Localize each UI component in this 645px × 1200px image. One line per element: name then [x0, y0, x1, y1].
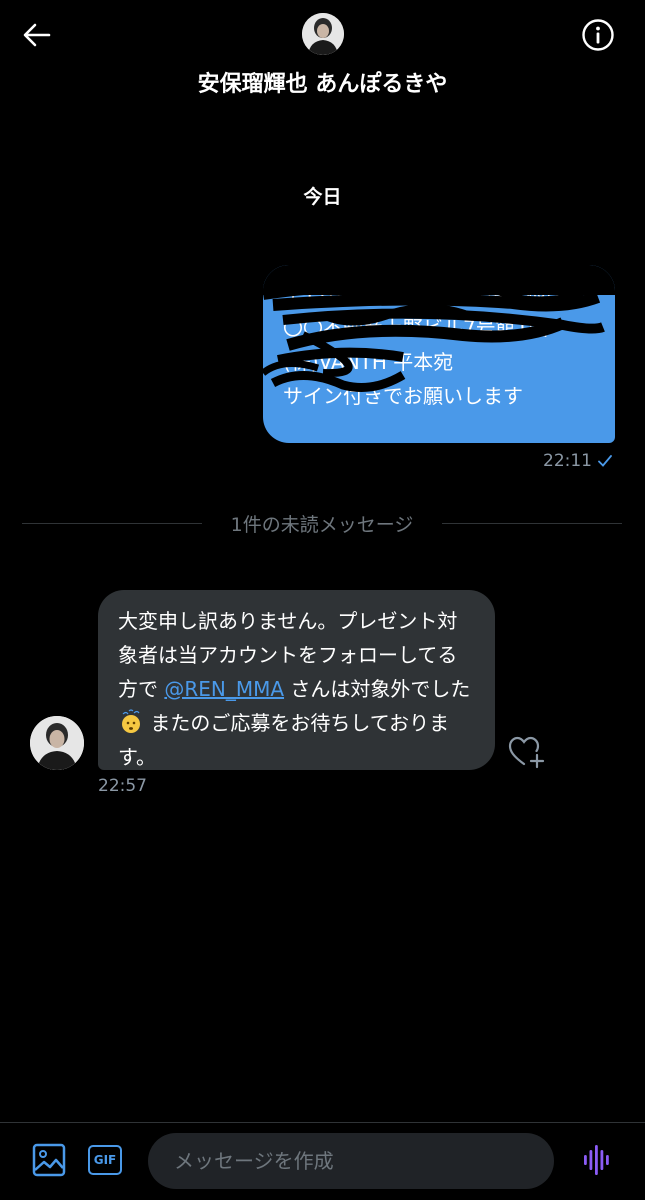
received-message-text: 大変申し訳ありません。プレゼント対象者は当アカウントをフォローしてる方で @RE…: [118, 604, 475, 774]
sent-message-meta: 22:11: [543, 451, 612, 471]
sent-message-time: 22:11: [543, 451, 592, 471]
image-icon: [32, 1143, 66, 1177]
voice-wave-icon: [584, 1145, 609, 1175]
avatar-photo: [302, 13, 344, 55]
divider-line: [442, 523, 622, 524]
contact-avatar[interactable]: [302, 13, 344, 55]
check-icon: [598, 455, 612, 467]
info-icon: [582, 19, 614, 51]
like-message-button[interactable]: [507, 735, 545, 769]
received-message-time: 22:57: [98, 776, 147, 796]
message-text-part: またのご応募をお待ちしております。: [118, 711, 450, 769]
message-input[interactable]: [148, 1133, 554, 1189]
conversation-info-button[interactable]: [581, 18, 615, 52]
back-button[interactable]: [20, 18, 54, 52]
add-photo-button[interactable]: [32, 1143, 66, 1177]
dizzy-face-emoji-icon: [122, 709, 140, 733]
heart-plus-icon: [508, 736, 545, 769]
unread-divider: 1件の未読メッセージ: [22, 508, 622, 538]
back-arrow-icon: [23, 23, 51, 47]
mention-link[interactable]: @REN_MMA: [164, 677, 284, 701]
message-composer: GIF: [0, 1122, 645, 1200]
avatar-photo: [30, 716, 84, 770]
sender-avatar[interactable]: [30, 716, 84, 770]
conversation-header: 安保瑠輝也 あんぽるきや: [0, 0, 645, 110]
date-separator: 今日: [303, 186, 342, 208]
redaction-scribble: [263, 265, 615, 392]
message-text-part: さんは対象外でした: [284, 677, 471, 701]
voice-message-button[interactable]: [582, 1143, 612, 1177]
gif-button[interactable]: GIF: [88, 1145, 122, 1175]
received-message-bubble[interactable]: 大変申し訳ありません。プレゼント対象者は当アカウントをフォローしてる方で @RE…: [98, 590, 495, 770]
contact-name[interactable]: 安保瑠輝也 あんぽるきや: [0, 66, 645, 98]
sent-message-bubble[interactable]: 〒110-0000 東京都台東区根岸 〇〇不動産上野ビル7号館1階 (株)VAN…: [263, 265, 615, 443]
